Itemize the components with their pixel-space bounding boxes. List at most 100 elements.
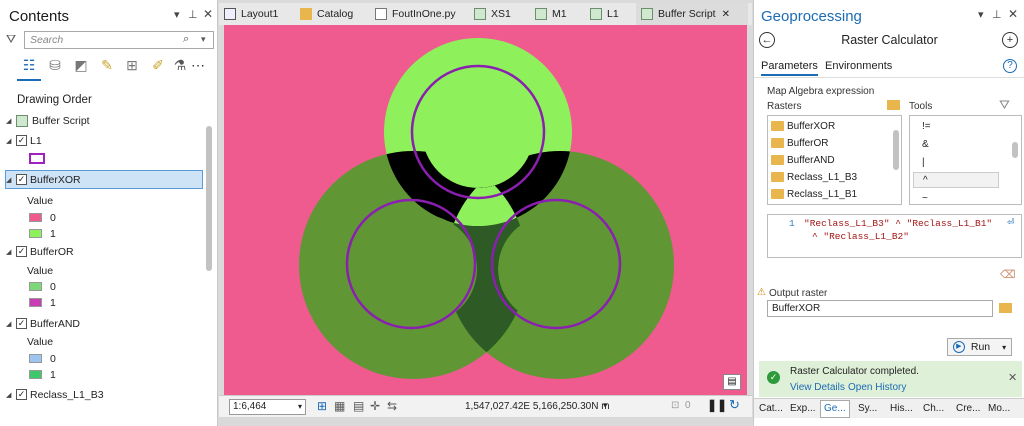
close-icon[interactable]: ✕ xyxy=(203,7,213,21)
list-by-snapping-icon[interactable]: ⊞ xyxy=(122,55,142,75)
pause-icon[interactable]: ❚❚ xyxy=(707,398,727,412)
layer-item-bufferor[interactable]: ◢ ✓ BufferOR xyxy=(6,243,74,260)
collapse-icon[interactable]: ◢ xyxy=(6,391,16,399)
selected-features-icon[interactable]: ⊡ xyxy=(671,400,679,411)
tab-history[interactable]: His... xyxy=(890,403,913,414)
tab-layout1[interactable]: Layout1 xyxy=(224,3,278,25)
raster-item[interactable]: Reclass_L1_B3 xyxy=(771,169,857,185)
collapse-icon[interactable]: ◢ xyxy=(6,176,16,184)
output-raster-field[interactable]: BufferXOR xyxy=(767,300,993,317)
snapping-icon[interactable]: ✛ xyxy=(370,399,380,413)
tab-modify[interactable]: Mo... xyxy=(988,403,1010,414)
close-icon[interactable]: ✕ xyxy=(1008,7,1018,21)
tab-geoprocessing[interactable]: Ge... xyxy=(820,400,850,418)
list-by-editing-icon[interactable]: ✎ xyxy=(97,55,117,75)
tab-xs1[interactable]: XS1 xyxy=(474,3,511,25)
map-overview-icon[interactable]: ▤ xyxy=(723,374,741,390)
close-tab-icon[interactable]: ✕ xyxy=(722,9,730,20)
scale-dropdown[interactable]: 1:6,464 ▾ xyxy=(229,399,306,415)
tab-m1[interactable]: M1 xyxy=(535,3,567,25)
chevron-down-icon[interactable]: ▾ xyxy=(603,400,608,411)
fixed-zoom-icon[interactable]: ⊞ xyxy=(317,399,327,413)
chevron-down-icon[interactable]: ▾ xyxy=(298,400,302,414)
more-icon[interactable]: ⋯ xyxy=(188,55,208,75)
legend-class-0[interactable]: 0 xyxy=(29,278,56,295)
tool-operator[interactable]: ~ xyxy=(922,190,928,206)
visibility-checkbox[interactable]: ✓ xyxy=(16,174,27,185)
collapse-icon[interactable]: ◢ xyxy=(6,320,16,328)
tab-symbology[interactable]: Sy... xyxy=(858,403,877,414)
tab-catalog[interactable]: Catalog xyxy=(300,3,353,25)
tab-parameters[interactable]: Parameters xyxy=(761,60,818,72)
l1-symbol[interactable] xyxy=(29,150,45,167)
pane-options-icon[interactable]: ▾ xyxy=(978,8,984,21)
tab-catalog[interactable]: Cat... xyxy=(759,403,783,414)
add-icon[interactable]: + xyxy=(1002,32,1018,48)
chevron-down-icon[interactable]: ▾ xyxy=(1002,343,1006,352)
browse-folder-icon[interactable] xyxy=(887,100,900,110)
tab-foutinone[interactable]: FoutInOne.py xyxy=(375,3,456,25)
tab-l1[interactable]: L1 xyxy=(590,3,619,25)
search-input[interactable]: Search ⌕ ▾ xyxy=(24,31,214,49)
rasters-scrollbar[interactable] xyxy=(893,130,899,170)
tools-list[interactable]: != & | ^ ~ xyxy=(909,115,1022,205)
list-by-selection-icon[interactable]: ◩ xyxy=(71,55,91,75)
raster-item[interactable]: BufferOR xyxy=(771,135,829,151)
legend-class-0[interactable]: 0 xyxy=(29,209,56,226)
visibility-checkbox[interactable]: ✓ xyxy=(16,318,27,329)
legend-class-1[interactable]: 1 xyxy=(29,366,56,383)
run-button[interactable]: ▶ Run ▾ xyxy=(947,338,1012,356)
tool-operator[interactable]: | xyxy=(922,154,925,170)
layer-item-bufferxor[interactable]: ◢ ✓ BufferXOR xyxy=(5,170,203,189)
pin-icon[interactable]: ⊥ xyxy=(188,8,198,21)
collapse-icon[interactable]: ◢ xyxy=(6,248,16,256)
grid-icon[interactable]: ▦ xyxy=(334,399,345,413)
layer-item-reclass-l1-b3[interactable]: ◢ ✓ Reclass_L1_B3 xyxy=(6,386,104,403)
raster-item[interactable]: BufferXOR xyxy=(771,118,835,134)
tool-operator[interactable]: & xyxy=(922,136,929,152)
tab-create[interactable]: Cre... xyxy=(956,403,980,414)
visibility-checkbox[interactable]: ✓ xyxy=(16,246,27,257)
navigate-icon[interactable]: ⇆ xyxy=(387,399,397,413)
visibility-checkbox[interactable]: ✓ xyxy=(16,135,27,146)
list-by-drawing-order-icon[interactable]: ☷ xyxy=(19,55,39,75)
contents-scrollbar[interactable] xyxy=(206,126,212,271)
view-details-link[interactable]: View Details xyxy=(790,382,845,393)
pane-options-icon[interactable]: ▾ xyxy=(174,8,180,21)
tool-operator[interactable]: != xyxy=(922,118,931,134)
list-by-data-source-icon[interactable]: ⛁ xyxy=(45,55,65,75)
raster-item[interactable]: Reclass_L1_B1 xyxy=(771,186,857,202)
collapse-icon[interactable]: ◢ xyxy=(6,137,16,145)
legend-class-1[interactable]: 1 xyxy=(29,225,56,242)
expression-editor[interactable]: 1 "Reclass_L1_B3" ^ "Reclass_L1_B1" ^ "R… xyxy=(767,214,1022,258)
help-icon[interactable]: ? xyxy=(1003,59,1017,73)
filter-icon[interactable]: ⛛ xyxy=(999,97,1010,113)
tab-chart[interactable]: Ch... xyxy=(923,403,944,414)
refresh-icon[interactable]: ↻ xyxy=(729,397,740,413)
raster-item[interactable]: BufferAND xyxy=(771,152,835,168)
layer-item-l1[interactable]: ◢ ✓ L1 xyxy=(6,132,42,149)
list-by-labeling-icon[interactable]: ✐ xyxy=(148,55,168,75)
tab-explore[interactable]: Exp... xyxy=(790,403,816,414)
visibility-checkbox[interactable]: ✓ xyxy=(16,389,27,400)
tab-buffer-script[interactable]: Buffer Script ✕ xyxy=(636,3,748,25)
legend-class-0[interactable]: 0 xyxy=(29,350,56,367)
filter-icon[interactable]: ⛛ xyxy=(6,32,16,47)
legend-class-1[interactable]: 1 xyxy=(29,294,56,311)
rasters-list[interactable]: BufferXOR BufferOR BufferAND Reclass_L1_… xyxy=(767,115,902,205)
collapse-icon[interactable]: ◢ xyxy=(6,117,16,125)
pin-icon[interactable]: ⊥ xyxy=(992,8,1002,21)
tree-root-item[interactable]: ◢ Buffer Script xyxy=(6,112,90,129)
tool-operator[interactable]: ^ xyxy=(913,172,999,188)
dismiss-icon[interactable]: ✕ xyxy=(1008,371,1017,384)
open-history-link[interactable]: Open History xyxy=(848,382,906,393)
layer-item-bufferand[interactable]: ◢ ✓ BufferAND xyxy=(6,315,80,332)
list-by-perspective-icon[interactable]: ⚗ xyxy=(170,55,190,75)
tools-scrollbar[interactable] xyxy=(1012,142,1018,158)
table-icon[interactable]: ▤ xyxy=(353,399,364,413)
search-icon[interactable]: ⌕ xyxy=(183,33,189,46)
clear-expression-icon[interactable]: ⌫ xyxy=(1000,268,1016,281)
map-view[interactable]: ▤ xyxy=(224,25,747,395)
chevron-down-icon[interactable]: ▾ xyxy=(201,34,206,45)
tab-environments[interactable]: Environments xyxy=(825,60,892,72)
